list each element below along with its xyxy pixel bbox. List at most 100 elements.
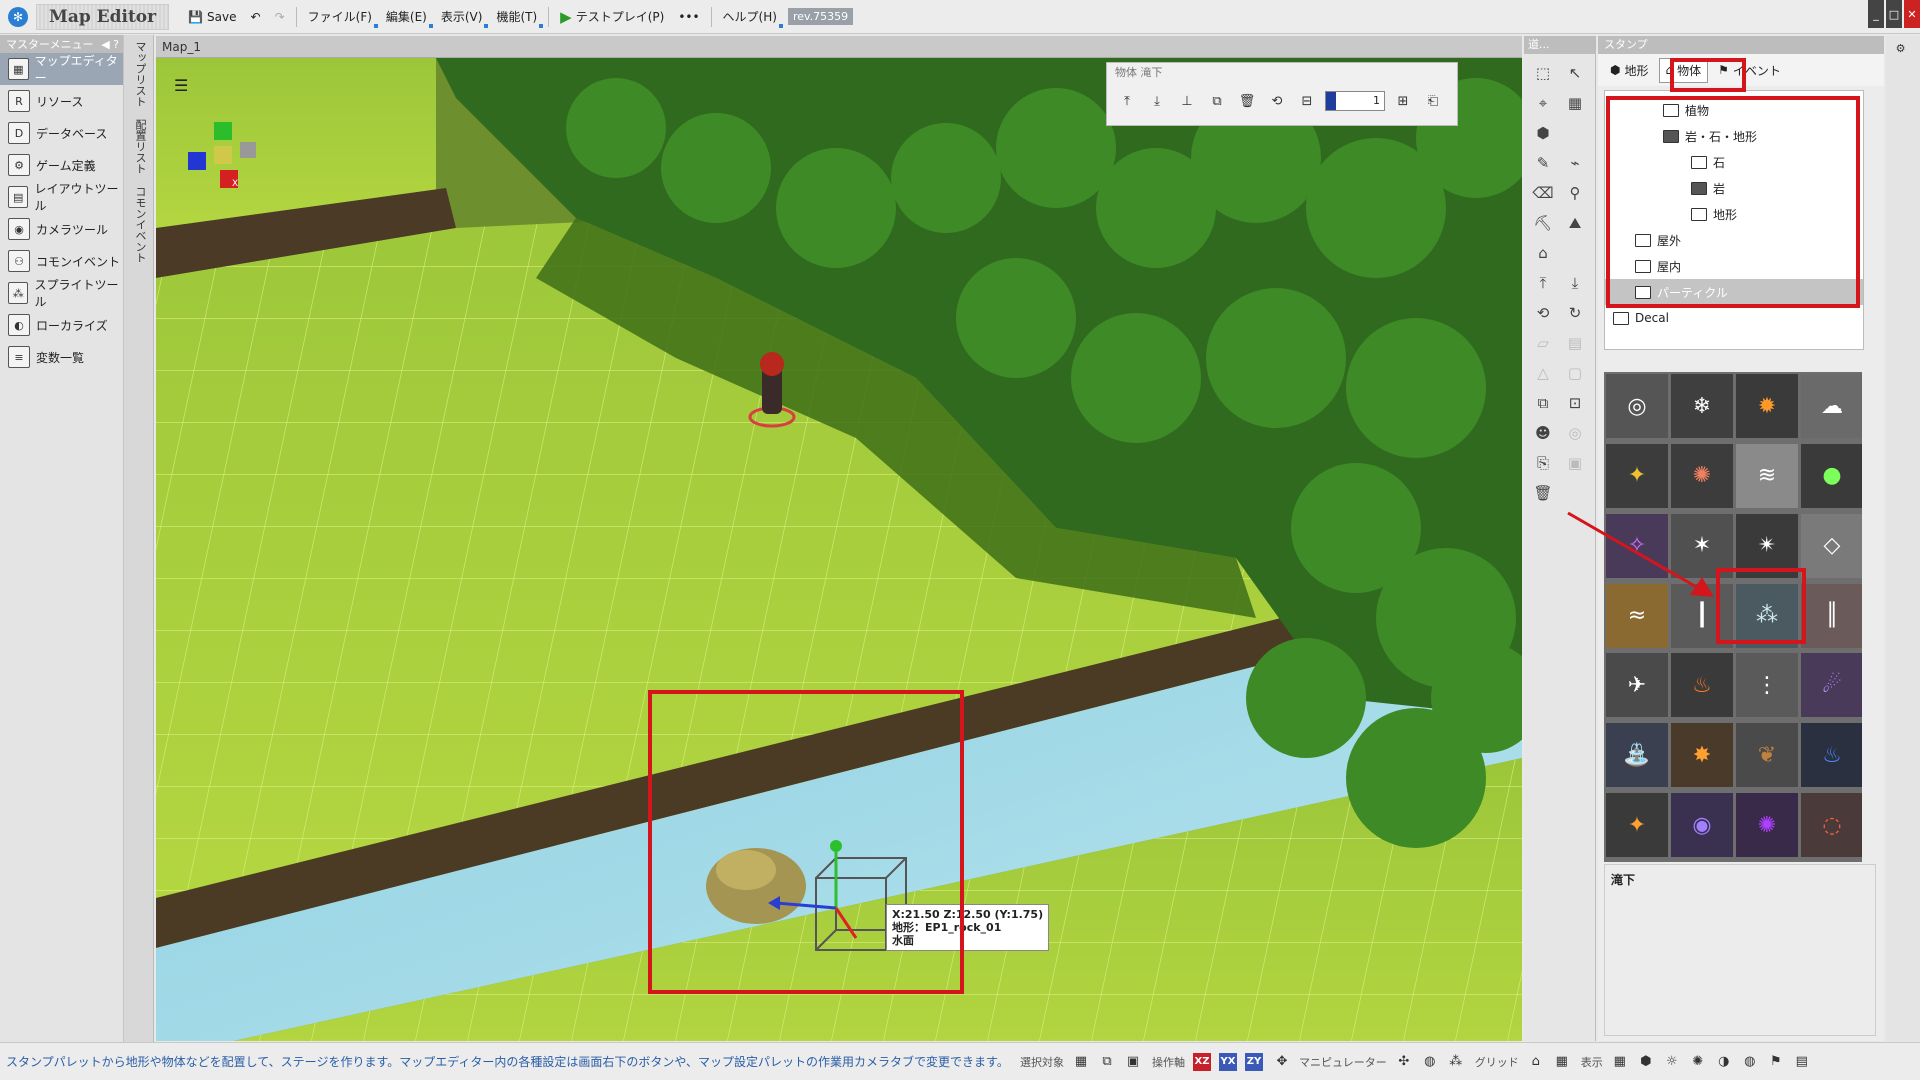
- menu-item-layout-tool[interactable]: ▤ レイアウトツール: [0, 181, 123, 213]
- tree-item[interactable]: 屋外: [1605, 227, 1863, 253]
- map-scene[interactable]: X: [156, 58, 1522, 1041]
- gizmo-rotate-icon[interactable]: ◍: [1421, 1053, 1439, 1071]
- particle-snow-thumb[interactable]: ❄: [1671, 374, 1733, 438]
- hamburger-icon[interactable]: ☰: [174, 76, 188, 95]
- particle-explosion-thumb[interactable]: ✸: [1671, 723, 1733, 788]
- minus-icon[interactable]: ⊟: [1295, 89, 1319, 113]
- tab-terrain[interactable]: ⬢ 地形: [1604, 59, 1655, 82]
- menu-item-camera-tool[interactable]: ◉ カメラツール: [0, 213, 123, 245]
- display-event-icon[interactable]: ⚑: [1767, 1053, 1785, 1071]
- picker-icon[interactable]: ⚲: [1560, 178, 1590, 208]
- particle-plane-thumb[interactable]: ◇: [1801, 513, 1862, 578]
- menu-tools[interactable]: 機能(T): [489, 4, 544, 30]
- select-icon[interactable]: ⬚: [1528, 58, 1558, 88]
- raise-icon[interactable]: ⤒: [1115, 89, 1139, 113]
- redo-button[interactable]: ↷: [268, 4, 292, 30]
- tree-item[interactable]: 屋内: [1605, 253, 1863, 279]
- particle-rain-thumb[interactable]: ⋮: [1736, 653, 1798, 718]
- particle-vortex-thumb[interactable]: ✺: [1736, 793, 1798, 858]
- ground-icon[interactable]: ⊥: [1175, 89, 1199, 113]
- copy-icon[interactable]: ⧉: [1205, 89, 1229, 113]
- tab-placement-list[interactable]: 配置リスト: [124, 113, 156, 180]
- display-layer-icon[interactable]: ▤: [1793, 1053, 1811, 1071]
- collapse-icon[interactable]: ◀ ?: [101, 38, 119, 51]
- maximize-button[interactable]: □: [1886, 0, 1902, 28]
- particle-spirit-thumb[interactable]: ☄: [1801, 653, 1862, 718]
- particle-leaves-thumb[interactable]: ❦: [1736, 723, 1798, 788]
- menu-item-database[interactable]: D データベース: [0, 117, 123, 149]
- menu-item-game-definition[interactable]: ⚙ ゲーム定義: [0, 149, 123, 181]
- menu-help[interactable]: ヘルプ(H): [716, 4, 784, 30]
- grid-icon[interactable]: ▦: [1553, 1053, 1571, 1071]
- rotate-axis-icon[interactable]: ↻: [1560, 298, 1590, 328]
- tab-map-list[interactable]: マップリスト: [124, 35, 156, 113]
- particle-confetti-thumb[interactable]: ✦: [1606, 443, 1668, 508]
- display-light-icon[interactable]: ☼: [1663, 1053, 1681, 1071]
- particle-blue-fire-thumb[interactable]: ♨: [1801, 723, 1862, 788]
- gizmo-move-icon[interactable]: ✣: [1395, 1053, 1413, 1071]
- particle-fire-thumb[interactable]: ✹: [1736, 374, 1798, 438]
- delete-icon[interactable]: 🗑: [1235, 89, 1259, 113]
- tree-item[interactable]: 植物: [1605, 97, 1863, 123]
- display-object-icon[interactable]: ⬢: [1637, 1053, 1655, 1071]
- particle-splash-thumb-selected[interactable]: ⁂: [1736, 583, 1798, 648]
- eraser-icon[interactable]: ⌫: [1528, 178, 1558, 208]
- tab-common-event[interactable]: コモンイベント: [124, 180, 156, 269]
- display-particle-icon[interactable]: ✺: [1689, 1053, 1707, 1071]
- menu-edit[interactable]: 編集(E): [379, 4, 434, 30]
- select-all-icon[interactable]: ▦: [1072, 1053, 1090, 1071]
- tree-item-selected[interactable]: パーティクル: [1605, 279, 1863, 305]
- tree-item[interactable]: Decal: [1605, 305, 1863, 331]
- particle-fog-thumb[interactable]: ≋: [1736, 443, 1798, 508]
- select-terrain-icon[interactable]: ▣: [1124, 1053, 1142, 1071]
- lasso-icon[interactable]: ⌖: [1528, 88, 1558, 118]
- manipulator-icon[interactable]: ✥: [1273, 1053, 1291, 1071]
- menu-item-sprite-tool[interactable]: ⁂ スプライトツール: [0, 277, 123, 309]
- particle-ember-thumb[interactable]: ◌: [1801, 793, 1862, 858]
- undo-button[interactable]: ↶: [244, 4, 268, 30]
- more-button[interactable]: •••: [671, 4, 706, 30]
- paint-icon[interactable]: ⛏: [1528, 208, 1558, 238]
- menu-item-resource[interactable]: R リソース: [0, 85, 123, 117]
- menu-item-map-editor[interactable]: ▦ マップエディター: [0, 53, 123, 85]
- tree-item[interactable]: 地形: [1605, 201, 1863, 227]
- particle-torch-thumb[interactable]: ✦: [1606, 793, 1668, 858]
- particle-fountain-thumb[interactable]: ⛲: [1606, 723, 1668, 788]
- minimize-button[interactable]: _: [1868, 0, 1884, 28]
- particle-firework-thumb[interactable]: ✺: [1671, 443, 1733, 508]
- tree-item[interactable]: 岩・石・地形: [1605, 123, 1863, 149]
- tab-event[interactable]: ⚑ イベント: [1712, 59, 1787, 82]
- lower-icon[interactable]: ⤓: [1145, 89, 1169, 113]
- rotate-tool-icon[interactable]: ⟲: [1528, 298, 1558, 328]
- lower-tool-icon[interactable]: ⤓: [1560, 268, 1590, 298]
- map-viewport[interactable]: Map_1 X ☰ 物体 滝下 ⤒ ⤓ ⊥ ⧉ 🗑 ⟲ ⊟ 1 ⊞ ⎗ X:21…: [156, 36, 1522, 1041]
- menu-view[interactable]: 表示(V): [434, 4, 490, 30]
- close-button[interactable]: ✕: [1904, 0, 1920, 28]
- map-tab[interactable]: Map_1: [156, 36, 1522, 58]
- menu-item-common-event[interactable]: ⚇ コモンイベント: [0, 245, 123, 277]
- grid-select-icon[interactable]: ▦: [1560, 88, 1590, 118]
- display-water-icon[interactable]: ◍: [1741, 1053, 1759, 1071]
- particle-bird-thumb[interactable]: ✈: [1606, 653, 1668, 718]
- particle-glow-thumb[interactable]: ●: [1801, 443, 1862, 508]
- save-button[interactable]: 💾 Save: [181, 4, 243, 30]
- pen-icon[interactable]: ✎: [1528, 148, 1558, 178]
- size-slider-input[interactable]: 1: [1325, 91, 1385, 111]
- character-icon[interactable]: ☻: [1528, 418, 1558, 448]
- particle-beam-thumb[interactable]: ║: [1801, 583, 1862, 648]
- axis-zy-button[interactable]: ZY: [1245, 1052, 1263, 1071]
- trash-icon[interactable]: 🗑: [1528, 478, 1558, 508]
- duplicate-icon[interactable]: ⎘: [1528, 448, 1558, 478]
- axis-xz-button[interactable]: XZ: [1193, 1052, 1211, 1071]
- rotate-icon[interactable]: ⟲: [1265, 89, 1289, 113]
- house-icon[interactable]: ⌂: [1528, 238, 1558, 268]
- plus-icon[interactable]: ⊞: [1391, 89, 1415, 113]
- menu-item-variables[interactable]: ≡ 変数一覧: [0, 341, 123, 373]
- particle-flash-thumb[interactable]: ✴: [1736, 513, 1798, 578]
- menu-item-localize[interactable]: ◐ ローカライズ: [0, 309, 123, 341]
- testplay-button[interactable]: ▶ テストプレイ(P): [553, 4, 671, 30]
- raise-tool-icon[interactable]: ⤒: [1528, 268, 1558, 298]
- display-sky-icon[interactable]: ◑: [1715, 1053, 1733, 1071]
- particle-orb-thumb[interactable]: ◉: [1671, 793, 1733, 858]
- pointer-icon[interactable]: ↖: [1560, 58, 1590, 88]
